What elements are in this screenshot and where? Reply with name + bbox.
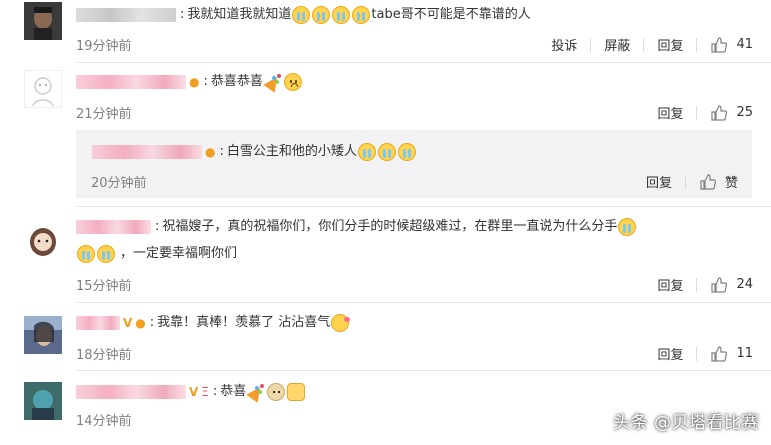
thumbs-up-icon [700, 173, 717, 190]
reply-box: ● : 白雪公主和他的小矮人 20分钟前 回复 赞 [76, 130, 752, 198]
reply-button[interactable]: 回复 [644, 275, 696, 294]
thumbs-up-icon [711, 345, 728, 362]
divider [76, 302, 771, 303]
comment-text: 我靠！真棒！羡慕了 沾沾喜气 [157, 315, 331, 330]
comment-body: : 祝福嫂子，真的祝福你们，你们分手的时候超级难过，在群里一直说为什么分手 [76, 218, 637, 236]
comment-actions: 回复 25 [644, 103, 753, 122]
comment-text: 白雪公主和他的小矮人 [226, 144, 357, 159]
thumbs-up-icon [711, 276, 728, 293]
reply-body: ● : 白雪公主和他的小矮人 [92, 143, 417, 161]
comment-text: 一定要幸福啊你们 [133, 246, 238, 261]
vip-badge-icon: ● [189, 75, 200, 89]
username[interactable] [92, 145, 202, 159]
like-button[interactable]: 25 [697, 104, 753, 122]
like-button[interactable]: 赞 [686, 172, 738, 191]
comment-actions: 回复 24 [644, 275, 753, 294]
comment-text: 祝福嫂子，真的祝福你们，你们分手的时候超级难过，在群里一直说为什么分手 [162, 219, 618, 234]
comment-time: 20分钟前 [91, 176, 147, 191]
reply-button[interactable]: 回复 [644, 103, 696, 122]
comment-time: 14分钟前 [76, 414, 132, 429]
sad-face-icon [283, 73, 302, 91]
username[interactable] [76, 8, 176, 22]
reply-button[interactable]: 回复 [633, 172, 685, 191]
cry-face-icon [312, 6, 331, 24]
comment-body: V ● : 我靠！真棒！羡慕了 沾沾喜气 [76, 314, 351, 332]
divider [76, 370, 771, 371]
comment-text: 恭喜 [220, 384, 247, 399]
cry-face-icon [292, 6, 311, 24]
kiss-face-icon [331, 314, 351, 332]
avatar[interactable] [24, 2, 62, 40]
comment-time: 19分钟前 [76, 39, 132, 54]
vip-badge-icon: V [123, 316, 133, 330]
reply-button[interactable]: 回复 [644, 344, 696, 363]
thumbs-up-icon [711, 36, 728, 53]
party-popper-icon [264, 73, 282, 91]
watermark: 头条 @贝塔看比赛 [613, 413, 759, 433]
comment-time: 21分钟前 [76, 107, 132, 122]
cry-face-icon [97, 245, 115, 263]
vip-badge-icon: ● [135, 316, 146, 330]
username[interactable] [76, 316, 120, 330]
like-count: 25 [736, 105, 753, 120]
username[interactable] [76, 385, 186, 399]
like-label: 赞 [724, 176, 738, 191]
comment-time: 18分钟前 [76, 348, 132, 363]
divider [76, 62, 771, 63]
avatar[interactable] [24, 382, 62, 420]
like-count: 11 [736, 346, 753, 361]
comment-body-cont: ， 一定要幸福啊你们 [76, 245, 237, 263]
comment-body: ● : 恭喜恭喜 [76, 73, 303, 91]
thumbs-up-icon [711, 104, 728, 121]
level-badge-icon: Ξ [201, 385, 209, 399]
reply-button[interactable]: 回复 [644, 35, 696, 54]
comment-body: V Ξ : 恭喜 [76, 383, 306, 401]
comment-time: 15分钟前 [76, 279, 132, 294]
cry-face-icon [377, 143, 396, 161]
like-count: 41 [736, 37, 753, 52]
cry-face-icon [352, 6, 371, 24]
divider [76, 206, 771, 207]
comment-text: 恭喜恭喜 [210, 74, 263, 89]
comment-actions: 回复 赞 [633, 172, 738, 191]
comment-actions: 回复 11 [644, 344, 753, 363]
vip-badge-icon: V [189, 385, 199, 399]
party-popper-icon [247, 383, 265, 401]
like-count: 24 [736, 277, 753, 292]
username[interactable] [76, 220, 151, 234]
comment-actions: 投诉 屏蔽 回复 41 [538, 35, 753, 54]
thumbs-up-icon [287, 383, 306, 401]
dog-face-icon [267, 383, 286, 401]
avatar[interactable] [24, 70, 62, 108]
avatar[interactable] [24, 220, 62, 258]
vip-badge-icon: ● [205, 145, 216, 159]
cry-face-icon [618, 218, 637, 236]
cry-face-icon [357, 143, 376, 161]
report-button[interactable]: 投诉 [538, 35, 590, 54]
like-button[interactable]: 11 [697, 345, 753, 363]
comment-body: : 我就知道我就知道 tabe哥不可能是不靠谱的人 [76, 6, 531, 24]
cry-face-icon [77, 245, 95, 263]
like-button[interactable]: 41 [697, 36, 753, 54]
comment-text: 我就知道我就知道 [187, 7, 292, 22]
like-button[interactable]: 24 [697, 276, 753, 294]
cry-face-icon [332, 6, 351, 24]
comment-text: tabe哥不可能是不靠谱的人 [371, 7, 531, 22]
cry-face-icon [397, 143, 416, 161]
username[interactable] [76, 75, 186, 89]
avatar[interactable] [24, 316, 62, 354]
block-button[interactable]: 屏蔽 [591, 35, 643, 54]
